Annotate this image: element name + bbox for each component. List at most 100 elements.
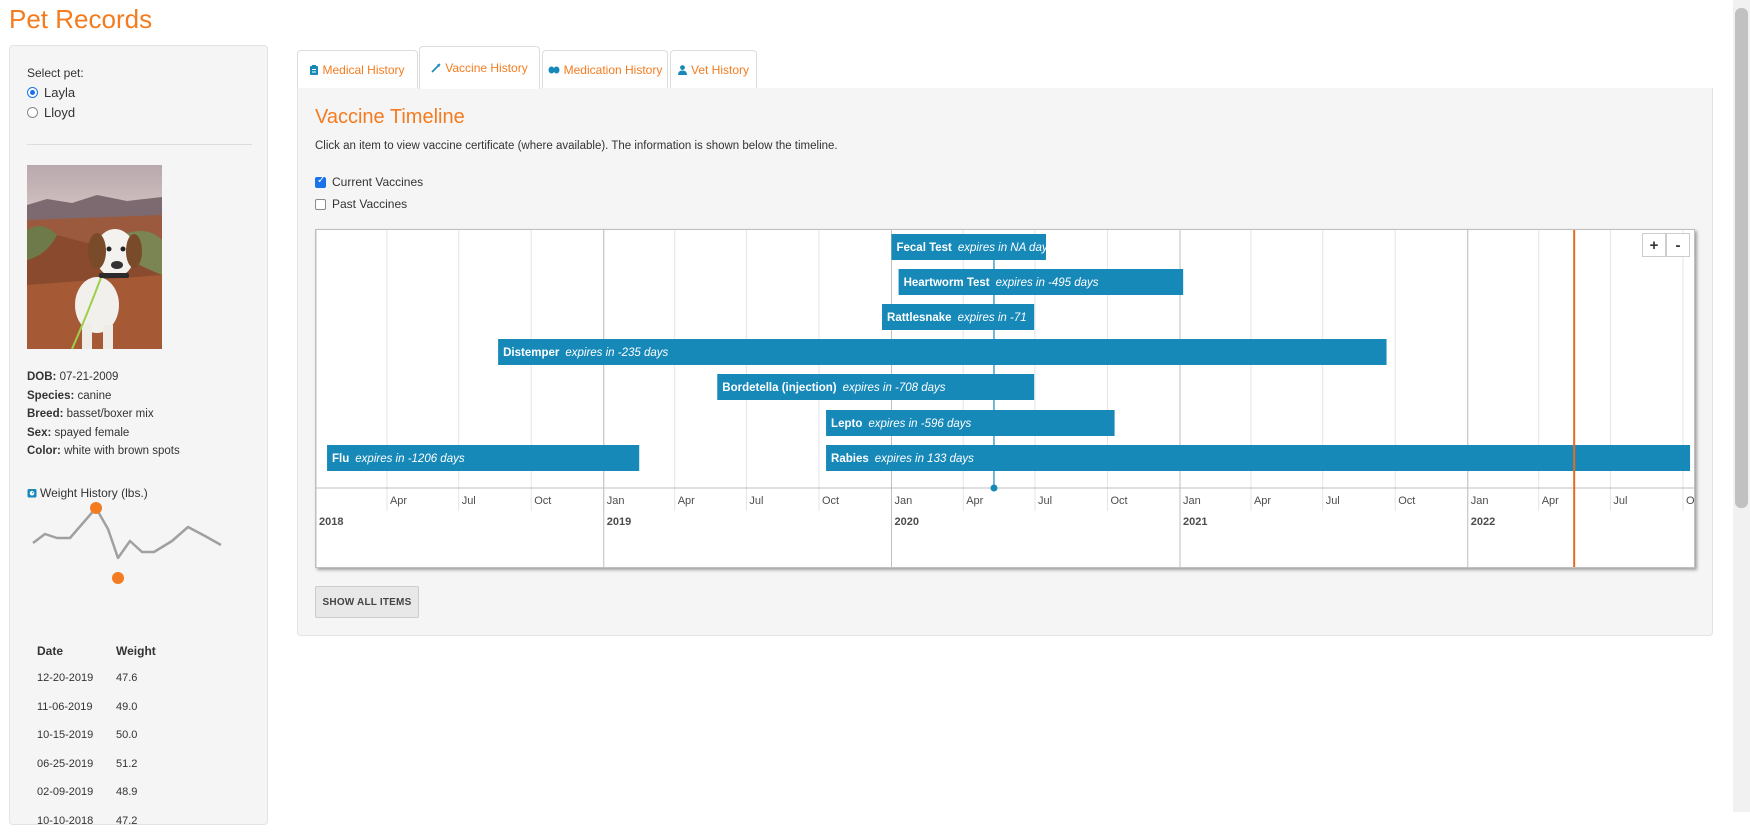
month-tick-label: Jul — [1326, 495, 1340, 507]
vaccine-item[interactable]: Heartworm Test expires in -495 days — [899, 269, 1184, 295]
weight-sparkline — [27, 501, 237, 596]
month-tick-label: Jan — [894, 495, 912, 507]
month-tick-label: Oct — [534, 495, 551, 507]
table-row: 10-15-201950.0 — [37, 721, 195, 750]
pet-photo — [27, 165, 162, 349]
vaccine-name: Fecal Test — [896, 242, 952, 254]
vaccine-item[interactable]: Lepto expires in -596 days — [826, 410, 1115, 436]
page-scrollbar[interactable] — [1733, 0, 1750, 812]
year-tick-label: 2021 — [1183, 516, 1207, 528]
table-row: 10-10-201847.2 — [37, 807, 195, 835]
vaccine-item-label-area: Bordetella (injection) expires in -708 da… — [722, 382, 946, 394]
pills-icon — [548, 65, 560, 74]
checkbox[interactable] — [315, 199, 326, 210]
scale-icon — [27, 488, 37, 498]
year-tick-label: 2018 — [319, 516, 343, 528]
pet-radio-lloyd[interactable]: Lloyd — [27, 105, 75, 120]
vaccine-item-label: Lepto expires in -596 days — [831, 418, 971, 430]
user-md-icon — [678, 65, 687, 75]
radio-button[interactable] — [27, 107, 38, 118]
vaccine-item-label: Rattlesnake expires in -71 — [887, 312, 1027, 324]
max-weight-marker — [90, 502, 102, 514]
vaccine-name: Rattlesnake — [887, 312, 952, 324]
vaccine-item-label-area: Heartworm Test expires in -495 days — [904, 277, 1099, 289]
show-all-items-button[interactable]: SHOW ALL ITEMS — [315, 586, 419, 618]
filter-current-vaccines[interactable]: Current Vaccines — [315, 175, 423, 189]
info-sex: Sex: spayed female — [27, 424, 180, 443]
vaccine-item[interactable]: Rabies expires in 133 days — [826, 445, 1690, 471]
vaccine-panel: Vaccine Timeline Click an item to view v… — [297, 88, 1713, 636]
info-dob: DOB: 07-21-2009 — [27, 368, 180, 387]
weight-history-title: Weight History (lbs.) — [27, 486, 148, 500]
dog-photo-illustration — [27, 165, 162, 349]
panel-title: Vaccine Timeline — [315, 106, 465, 129]
vaccine-item-label-area: Lepto expires in -596 days — [831, 418, 971, 430]
vaccine-item-label: Distemper expires in -235 days — [503, 347, 668, 359]
month-tick-label: Jul — [462, 495, 476, 507]
vaccine-timeline[interactable]: Apr Jul Oct Jan Apr Jul Oct Jan Apr Jul Oct Jan Apr J… — [315, 229, 1695, 568]
zoom-controls: + - — [1642, 233, 1690, 257]
table-row: 12-20-201947.6 — [37, 664, 195, 693]
scrollbar-thumb[interactable] — [1735, 8, 1748, 508]
vaccine-item[interactable]: Bordetella (injection) expires in -708 da… — [717, 374, 1034, 400]
tab-vaccine-history[interactable]: Vaccine History — [419, 46, 540, 89]
month-tick-label: Oct — [1110, 495, 1127, 507]
table-row: 02-09-201948.9 — [37, 778, 195, 807]
vaccine-item-label: Bordetella (injection) expires in -708 da… — [722, 382, 946, 394]
vaccine-item-label: Fecal Testexpires in NA days — [896, 242, 1053, 254]
tab-vet-history[interactable]: Vet History — [670, 50, 757, 88]
zoom-out-button[interactable]: - — [1666, 233, 1690, 257]
vaccine-expiry-note: expires in -235 days — [565, 347, 668, 359]
vaccine-expiry-note: expires in 133 days — [875, 453, 974, 465]
month-tick-label: Jan — [1471, 495, 1489, 507]
vaccine-item[interactable]: Rattlesnake expires in -71 — [882, 304, 1034, 330]
filter-past-vaccines[interactable]: Past Vaccines — [315, 197, 407, 211]
vaccine-item-label: Rabies expires in 133 days — [831, 453, 974, 465]
pet-name: Lloyd — [44, 105, 75, 120]
vaccine-item-label-area: Rattlesnake expires in -71 — [887, 312, 1027, 324]
vaccine-expiry-note: expires in -708 days — [843, 382, 946, 394]
month-tick-label: Apr — [678, 495, 695, 507]
pet-radio-layla[interactable]: Layla — [27, 85, 75, 100]
selected-item-dot — [990, 485, 997, 492]
month-tick-label: Oc — [1686, 495, 1694, 507]
table-row: 11-06-201949.0 — [37, 693, 195, 722]
tab-medical-history[interactable]: Medical History — [297, 50, 418, 88]
month-tick-label: Jan — [607, 495, 625, 507]
vaccine-name: Heartworm Test — [904, 277, 990, 289]
vaccine-item[interactable]: Distemper expires in -235 days — [498, 339, 1386, 365]
year-tick-label: 2019 — [607, 516, 631, 528]
syringe-icon — [431, 63, 441, 73]
tab-medication-history[interactable]: Medication History — [542, 50, 668, 88]
vaccine-expiry-note: expires in -1206 days — [355, 453, 465, 465]
vaccine-name: Distemper — [503, 347, 560, 359]
info-species: Species: canine — [27, 387, 180, 406]
vaccine-item[interactable]: Fluexpires in -1206 days — [327, 445, 639, 471]
vaccine-expiry-note: expires in -71 — [958, 312, 1027, 324]
column-header: Date — [37, 644, 116, 664]
vaccine-name: Lepto — [831, 418, 862, 430]
month-tick-label: Apr — [390, 495, 407, 507]
checkbox[interactable] — [315, 177, 326, 188]
month-tick-label: Oct — [1398, 495, 1415, 507]
vaccine-name: Bordetella (injection) — [722, 382, 837, 394]
zoom-in-button[interactable]: + — [1642, 233, 1666, 257]
vaccine-expiry-note: expires in -596 days — [868, 418, 971, 430]
weight-table: Date Weight 12-20-201947.6 11-06-201949.… — [37, 644, 195, 835]
vaccine-item-label: Heartworm Test expires in -495 days — [904, 277, 1099, 289]
month-tick-label: Apr — [1542, 495, 1559, 507]
vaccine-name: Rabies — [831, 453, 869, 465]
month-tick-label: Apr — [966, 495, 983, 507]
radio-button[interactable] — [27, 87, 38, 98]
divider — [27, 144, 252, 145]
month-tick-label: Jan — [1183, 495, 1201, 507]
vaccine-item[interactable]: Fecal Testexpires in NA days — [891, 234, 1053, 260]
clipboard-icon — [310, 65, 318, 75]
vaccine-item-label-area: Fecal Testexpires in NA days — [896, 242, 1053, 254]
table-row: 06-25-201951.2 — [37, 750, 195, 779]
info-breed: Breed: basset/boxer mix — [27, 405, 180, 424]
vaccine-expiry-note: expires in -495 days — [996, 277, 1099, 289]
month-tick-label: Jul — [749, 495, 763, 507]
month-tick-label: Jul — [1613, 495, 1627, 507]
timeline-canvas[interactable]: Apr Jul Oct Jan Apr Jul Oct Jan Apr Jul Oct Jan Apr J… — [316, 230, 1694, 567]
